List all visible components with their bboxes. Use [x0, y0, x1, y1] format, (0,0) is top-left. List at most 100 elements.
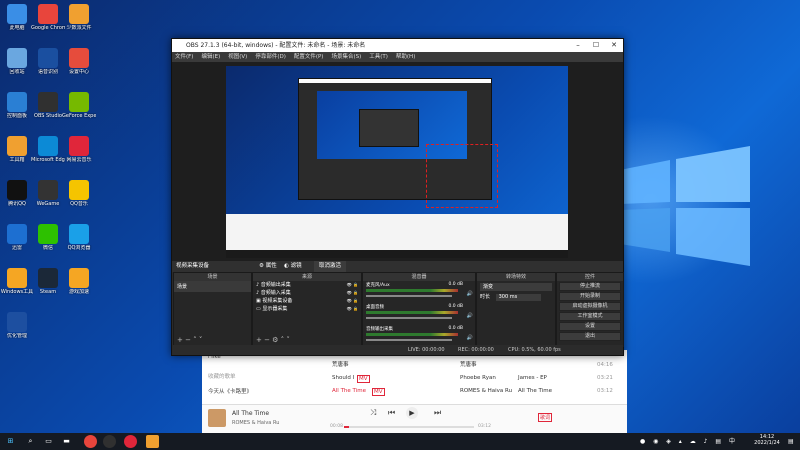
previous-icon[interactable]: ⏮ [388, 408, 395, 418]
visibility-lock-icon[interactable]: 👁 🔒 [347, 281, 358, 289]
scene-controls[interactable]: + − ˄ ˅ [177, 336, 202, 344]
menu-item[interactable]: 帮助(H) [396, 52, 415, 62]
app-icon [7, 268, 27, 288]
selection-box[interactable] [426, 144, 498, 208]
transition-select[interactable]: 渐变 [480, 283, 552, 291]
desktop-icon[interactable]: 回收站 [0, 48, 34, 75]
minimize-icon[interactable]: – [569, 39, 587, 52]
close-icon[interactable]: ✕ [605, 39, 623, 52]
menu-item[interactable]: 编辑(E) [201, 52, 220, 62]
maximize-icon[interactable]: ☐ [587, 39, 605, 52]
track-row[interactable]: 荒唐事 荒唐事 04:16 [287, 359, 627, 372]
control-button[interactable]: 启动虚拟摄像机 [559, 302, 621, 311]
desktop-icon[interactable]: QQ浏览器 [62, 224, 96, 251]
desktop-icon[interactable]: 语音识别 [31, 48, 65, 75]
shuffle-icon[interactable]: ⤨ [370, 408, 376, 418]
next-icon[interactable]: ⏭ [434, 408, 441, 418]
track-row-playing[interactable]: All The Time MV ROMES & Haiva Ru All The… [287, 385, 627, 398]
netease-icon[interactable] [124, 435, 137, 448]
track-row[interactable]: Should I MV Phoebe Ryan James - EP 03:21 [287, 372, 627, 385]
desktop-icon[interactable]: Windows工具 [0, 268, 34, 295]
desktop-icon[interactable]: Microsoft Edge [31, 136, 65, 163]
desktop-icon[interactable]: Steam [31, 268, 65, 295]
obs-titlebar[interactable]: OBS 27.1.3 (64-bit, windows) - 配置文件: 未命名… [172, 39, 623, 52]
menu-item[interactable]: 视图(V) [228, 52, 247, 62]
mv-badge[interactable]: MV [357, 375, 370, 383]
track-album: James - EP [518, 375, 547, 381]
desktop-icon[interactable]: 设置中心 [62, 48, 96, 75]
menu-item[interactable]: 文件(F) [175, 52, 193, 62]
desktop-icon[interactable]: 迅雷 [0, 224, 34, 251]
visibility-lock-icon[interactable]: 👁 🔒 [347, 305, 358, 313]
start-button[interactable]: ⊞ [4, 435, 17, 448]
control-button[interactable]: 停止推流 [559, 282, 621, 291]
desktop-icon[interactable]: 工具箱 [0, 136, 34, 163]
desktop-icon[interactable]: 控制面板 [0, 92, 34, 119]
control-button[interactable]: 开始录制 [559, 292, 621, 301]
obs-icon[interactable] [103, 435, 116, 448]
source-label: 音频输入采集 [260, 290, 291, 296]
desktop-icon[interactable]: Google Chrome [31, 4, 65, 31]
clock-date: 2022/1/24 [754, 440, 780, 446]
desktop-icon[interactable]: 优化管理 [0, 312, 34, 339]
source-item[interactable]: ♪ 音频输出采集 👁 🔒 [253, 281, 361, 289]
filters-button[interactable]: ◐ 滤镜 [284, 261, 302, 272]
control-button[interactable]: 设置 [559, 322, 621, 331]
desktop-icon[interactable]: 游戏加速 [62, 268, 96, 295]
clock[interactable]: 14:12 2022/1/24 [752, 434, 782, 451]
control-button[interactable]: 退出 [559, 332, 621, 341]
control-button[interactable]: 工作室模式 [559, 312, 621, 321]
source-item[interactable]: ▭ 显示器采集 👁 🔒 [253, 305, 361, 313]
mv-badge[interactable]: MV [372, 388, 385, 396]
visibility-lock-icon[interactable]: 👁 🔒 [347, 289, 358, 297]
scene-item[interactable]: 场景 [174, 281, 251, 292]
mute-icon[interactable]: 🔊 [467, 313, 473, 319]
task-view-icon[interactable]: ▭ [42, 435, 55, 448]
desktop-icon[interactable]: 腾讯QQ [0, 180, 34, 207]
mute-icon[interactable]: 🔊 [467, 291, 473, 297]
desktop-icon-label: 回收站 [9, 69, 25, 75]
volume-slider[interactable] [366, 317, 452, 319]
desktop-icon[interactable]: QQ音乐 [62, 180, 96, 207]
volume-slider[interactable] [366, 339, 452, 341]
desktop-icon[interactable]: 此电脑 [0, 4, 34, 31]
properties-button[interactable]: ⚙ 属性 [259, 261, 277, 272]
desktop-icon[interactable]: WeGame [31, 180, 65, 207]
desktop-icon[interactable]: 网易云音乐 [62, 136, 96, 163]
menu-item[interactable]: 配置文件(P) [294, 52, 324, 62]
progress-track[interactable] [344, 426, 474, 428]
desktop-icon[interactable]: 少数派文件 [62, 4, 96, 31]
track-duration: 04:16 [597, 362, 613, 368]
lyrics-button[interactable]: 歌词 [538, 413, 553, 422]
ge-icon[interactable] [146, 435, 159, 448]
desktop-icon[interactable]: 微信 [31, 224, 65, 251]
desktop-icon[interactable]: GeForce Experience [62, 92, 96, 119]
sidebar-item-playlists[interactable]: 收藏的歌单 [208, 372, 236, 380]
play-button[interactable]: ▶ [406, 407, 418, 419]
chrome-icon[interactable] [84, 435, 97, 448]
source-label: 显示器采集 [262, 306, 288, 312]
source-controls[interactable]: + − ⚙ ˄ ˅ [256, 336, 290, 344]
notification-icon[interactable]: ▤ [788, 433, 794, 450]
source-item[interactable]: ♪ 音频输入采集 👁 🔒 [253, 289, 361, 297]
volume-meter [366, 289, 458, 292]
menu-item[interactable]: 停靠部件(D) [255, 52, 286, 62]
volume-slider[interactable] [366, 295, 452, 297]
source-name: 视频采集设备 [176, 263, 210, 269]
volume-meter [366, 333, 458, 336]
system-tray-icons[interactable]: ● ◉ ◈ ▴ ☁ ♪ ▤ 中 [640, 433, 738, 450]
mixer-channel: 桌面音频 0.0 dB 🔊 [363, 303, 475, 325]
menu-item[interactable]: 工具(T) [369, 52, 388, 62]
search-icon[interactable]: ⌕ [24, 435, 37, 448]
visibility-lock-icon[interactable]: 👁 🔒 [347, 297, 358, 305]
preview-canvas[interactable] [172, 62, 623, 261]
source-item[interactable]: ▣ 视频采集设备 👁 🔒 [253, 297, 361, 305]
deactivate-button[interactable]: 取消激活 [314, 261, 347, 272]
rec-status: REC: 00:00:00 [458, 347, 494, 353]
file-explorer-icon[interactable]: ▬ [60, 435, 73, 448]
sidebar-item-playlist[interactable]: 今天从《卡路里》 [208, 387, 252, 395]
duration-input[interactable]: 300 ms [495, 294, 541, 301]
desktop-icon[interactable]: OBS Studio [31, 92, 65, 119]
menu-item[interactable]: 场景集合(S) [331, 52, 361, 62]
mute-icon[interactable]: 🔊 [467, 335, 473, 341]
